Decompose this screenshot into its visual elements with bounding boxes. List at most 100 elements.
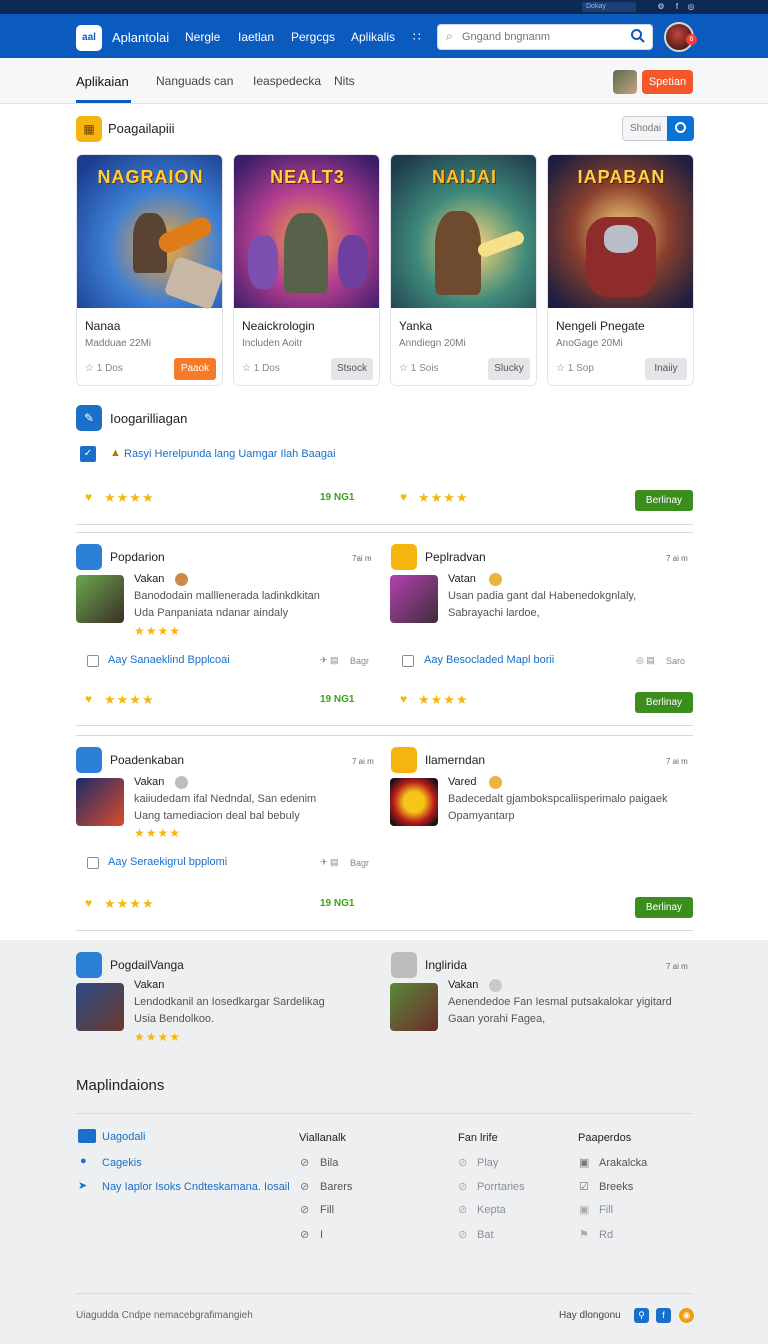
review-username[interactable]: Vakan bbox=[448, 979, 478, 991]
helpful-checkbox[interactable] bbox=[402, 655, 414, 667]
nav-link-1[interactable]: Nergle bbox=[185, 30, 220, 44]
footer-link[interactable]: Cagekis bbox=[102, 1157, 142, 1169]
review-text-line1: Usan padia gant dal Habenedokgnlaly, bbox=[448, 590, 637, 602]
get-button[interactable]: Berlinay bbox=[635, 490, 693, 511]
heart-icon[interactable]: ♥ bbox=[400, 490, 407, 504]
refresh-icon[interactable] bbox=[667, 116, 694, 141]
footer-link[interactable]: Uagodali bbox=[102, 1131, 145, 1143]
card-action-button[interactable]: Paaok bbox=[174, 358, 216, 380]
review-title[interactable]: PogdailVanga bbox=[110, 958, 184, 972]
review-thumbnail[interactable] bbox=[390, 575, 438, 623]
share-icon[interactable]: ✈ ▤ bbox=[320, 857, 339, 868]
review-title[interactable]: Ilamerndan bbox=[425, 753, 485, 767]
settings-icon[interactable]: ⚙ bbox=[656, 2, 666, 12]
share-icon[interactable]: ✈ ▤ bbox=[320, 655, 339, 666]
search-icon[interactable] bbox=[630, 28, 646, 44]
facebook-icon[interactable]: f bbox=[672, 2, 682, 12]
nav-link-4[interactable]: Aplikalis bbox=[351, 30, 395, 44]
copyright-text: Uiagudda Cndpe nemacebgrafimangieh bbox=[76, 1310, 253, 1321]
review-username[interactable]: Vakan bbox=[134, 573, 164, 585]
tag-icon: ⊘ bbox=[300, 1204, 310, 1216]
get-button[interactable]: Berlinay bbox=[635, 692, 693, 713]
get-button[interactable]: Berlinay bbox=[635, 897, 693, 918]
check-box-icon: ☑ bbox=[579, 1181, 589, 1193]
section-link[interactable]: Rasyi Herelpunda lang Uamgar Ilah Baagai bbox=[124, 448, 336, 460]
review-app-icon bbox=[391, 747, 417, 773]
review-app-icon bbox=[76, 952, 102, 978]
footer-item[interactable]: Bila bbox=[320, 1157, 338, 1169]
tab-nanguads[interactable]: Nanguads can bbox=[156, 74, 233, 88]
footer-item[interactable]: Kepta bbox=[477, 1204, 506, 1216]
review-link[interactable]: Aay Besocladed Mapl borii bbox=[424, 654, 554, 666]
review-title[interactable]: Inglirida bbox=[425, 958, 467, 972]
review-text-line2: Sabrayachi lardoe, bbox=[448, 607, 540, 619]
footer-item[interactable]: Barers bbox=[320, 1181, 352, 1193]
heart-icon[interactable]: ♥ bbox=[85, 490, 92, 504]
tab-aplikaian[interactable]: Aplikaian bbox=[76, 74, 129, 89]
review-title[interactable]: Poadenkaban bbox=[110, 753, 184, 767]
account-mini-label[interactable]: Dokay bbox=[582, 2, 636, 12]
review-link[interactable]: Aay Seraekigrul bpplomi bbox=[108, 856, 227, 868]
heart-icon[interactable]: ♥ bbox=[400, 692, 407, 706]
pin-icon: ▲ bbox=[110, 447, 121, 459]
nav-link-2[interactable]: Iaetlan bbox=[238, 30, 274, 44]
helpful-checkbox[interactable] bbox=[87, 857, 99, 869]
tag-icon: ⊘ bbox=[458, 1204, 468, 1216]
review-thumbnail[interactable] bbox=[76, 575, 124, 623]
heart-icon[interactable]: ♥ bbox=[85, 692, 92, 706]
review-username[interactable]: Vakan bbox=[134, 979, 164, 991]
facebook-icon[interactable]: f bbox=[656, 1308, 671, 1323]
review-thumbnail[interactable] bbox=[390, 778, 438, 826]
card-action-button[interactable]: Inaiiy bbox=[645, 358, 687, 380]
review-title[interactable]: Peplradvan bbox=[425, 550, 486, 564]
tab-nits[interactable]: Nits bbox=[334, 74, 355, 88]
tab-ieaspedecka[interactable]: Ieaspedecka bbox=[253, 74, 321, 88]
divider bbox=[76, 532, 693, 533]
footer-item[interactable]: Breeks bbox=[599, 1181, 633, 1193]
search-input[interactable] bbox=[462, 29, 622, 45]
review-text-line2: Usia Bendolkoo. bbox=[134, 1013, 215, 1025]
heart-icon[interactable]: ♥ bbox=[85, 896, 92, 910]
app-logo[interactable]: aal bbox=[76, 25, 102, 51]
review-username[interactable]: Vatan bbox=[448, 573, 476, 585]
game-card[interactable]: NAIJAI Yanka Anndiegn 20Mi ☆ 1 Sois Sluc… bbox=[390, 154, 537, 386]
footer-item[interactable]: Fill bbox=[320, 1204, 334, 1216]
game-card[interactable]: IAPABAN Nengeli Pnegate AnoGage 20Mi ☆ 1… bbox=[547, 154, 694, 386]
info-icon[interactable]: ◎ ▤ bbox=[636, 655, 655, 666]
review-thumbnail[interactable] bbox=[390, 983, 438, 1031]
spetian-button[interactable]: Spetian bbox=[642, 70, 693, 94]
game-card[interactable]: NAGRAION Nanaa Madduae 22Mi ☆ 1 Dos Paao… bbox=[76, 154, 223, 386]
footer-link[interactable]: Nay Iaplor Isoks Cndteskamana. Iosail bbox=[102, 1181, 290, 1193]
footer-item[interactable]: Porrtaries bbox=[477, 1181, 525, 1193]
tag-icon: ⊘ bbox=[458, 1229, 468, 1241]
footer-item[interactable]: Fill bbox=[599, 1204, 613, 1216]
footer-item[interactable]: Bat bbox=[477, 1229, 494, 1241]
globe-icon[interactable]: ◎ bbox=[686, 2, 696, 12]
search-bar[interactable]: ⌕ bbox=[437, 24, 653, 50]
footer-item[interactable]: Arakalcka bbox=[599, 1157, 647, 1169]
social-label: Hay dlongonu bbox=[559, 1310, 621, 1321]
footer-item[interactable]: Play bbox=[477, 1157, 498, 1169]
footer-item[interactable]: I bbox=[320, 1229, 323, 1241]
review-username[interactable]: Vared bbox=[448, 776, 477, 788]
share-social-icon[interactable]: ⚲ bbox=[634, 1308, 649, 1323]
helpful-checkbox[interactable] bbox=[87, 655, 99, 667]
review-link[interactable]: Aay Sanaeklind Bpplcoai bbox=[108, 654, 230, 666]
game-card[interactable]: NEALT3 Neaickrologin Includen Aoitr ☆ 1 … bbox=[233, 154, 380, 386]
rss-icon[interactable]: ◉ bbox=[679, 1308, 694, 1323]
review-username[interactable]: Vakan bbox=[134, 776, 164, 788]
brand-name[interactable]: Aplantolai bbox=[112, 30, 169, 45]
review-thumbnail[interactable] bbox=[76, 778, 124, 826]
card-action-button[interactable]: Stsock bbox=[331, 358, 373, 380]
nav-link-3[interactable]: Pergcgs bbox=[291, 30, 335, 44]
review-time: 7 ai m bbox=[666, 554, 688, 563]
sub-navigation: Aplikaian Nanguads can Ieaspedecka Nits … bbox=[0, 58, 768, 104]
game-meta: ☆ 1 Dos bbox=[242, 363, 280, 374]
footer-item[interactable]: Rd bbox=[599, 1229, 613, 1241]
profile-thumbnail[interactable] bbox=[613, 70, 637, 94]
sort-toggle[interactable]: Shodai bbox=[622, 116, 694, 141]
more-menu-icon[interactable]: ∷ bbox=[413, 30, 421, 44]
review-thumbnail[interactable] bbox=[76, 983, 124, 1031]
card-action-button[interactable]: Slucky bbox=[488, 358, 530, 380]
review-title[interactable]: Popdarion bbox=[110, 550, 165, 564]
